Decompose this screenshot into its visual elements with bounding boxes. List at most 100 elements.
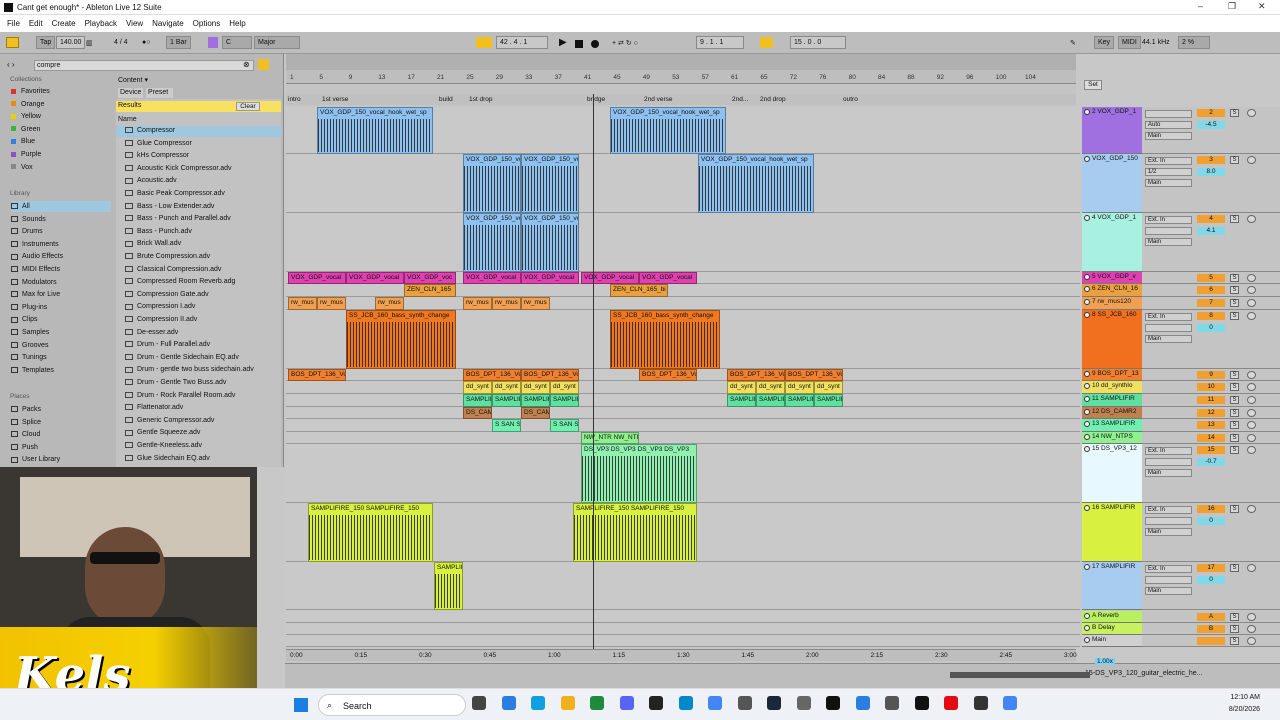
track-activator[interactable]: 7 xyxy=(1197,299,1225,307)
playhead[interactable] xyxy=(593,94,594,649)
arm-button[interactable] xyxy=(1247,383,1256,391)
menu-view[interactable]: View xyxy=(126,19,143,28)
arrangement-clip[interactable]: dd_synt xyxy=(492,381,521,394)
track-header[interactable]: VOX_GDP_150 xyxy=(1082,154,1142,213)
collection-item[interactable]: Yellow xyxy=(11,111,41,122)
result-item[interactable]: Compressed Room Reverb.adg xyxy=(125,276,235,289)
taskbar-app-icon[interactable] xyxy=(531,696,545,710)
solo-button[interactable]: S xyxy=(1230,156,1239,164)
menu-create[interactable]: Create xyxy=(52,19,76,28)
result-item[interactable]: Bass - Punch and Parallel.adv xyxy=(125,213,231,226)
taskbar-app-icon[interactable] xyxy=(944,696,958,710)
overview-strip[interactable] xyxy=(286,54,1076,70)
result-item[interactable]: Drum - Gentle Sidechain EQ.adv xyxy=(125,352,239,365)
io-select[interactable]: Main xyxy=(1145,528,1192,536)
solo-button[interactable]: S xyxy=(1230,109,1239,117)
quantization-select[interactable]: 1 Bar xyxy=(166,36,191,49)
locator[interactable]: intro xyxy=(288,96,301,103)
track-fold-icon[interactable] xyxy=(1084,446,1090,452)
arrangement-clip[interactable]: NW_NTR NW_NTR xyxy=(581,432,639,444)
library-item[interactable]: Templates xyxy=(11,365,54,376)
arm-button[interactable] xyxy=(1247,421,1256,429)
arrangement-clip[interactable]: VOX_GDP_150_vocal_hook_wet_sp xyxy=(698,154,814,213)
arrangement-clip[interactable]: dd_synt xyxy=(550,381,579,394)
tempo-field[interactable]: 140.00 xyxy=(56,36,86,49)
arrangement-clip[interactable]: SAMPLIF xyxy=(434,562,463,610)
io-select[interactable]: Main xyxy=(1145,587,1192,595)
track-activator[interactable]: 3 xyxy=(1197,156,1225,164)
library-item[interactable]: All xyxy=(11,201,111,212)
track-lane[interactable] xyxy=(286,381,1080,394)
menu-help[interactable]: Help xyxy=(229,19,245,28)
io-select[interactable]: Ext. In xyxy=(1145,157,1192,165)
arrangement-clip[interactable]: SAMPLIFIRE_150 SAMPLIFIRE_150 xyxy=(573,503,697,562)
arrangement-clip[interactable]: VOX_GDP_vocal xyxy=(581,272,639,284)
place-item[interactable]: Splice xyxy=(11,417,41,428)
track-header[interactable]: B Delay xyxy=(1082,623,1142,635)
track-header[interactable]: 9 BOS_DPT_13 xyxy=(1082,369,1142,381)
io-select[interactable]: Ext. In xyxy=(1145,447,1192,455)
io-select[interactable] xyxy=(1145,517,1192,525)
arm-button[interactable] xyxy=(1247,409,1256,417)
taskbar-app-icon[interactable] xyxy=(855,696,870,710)
locator[interactable]: bridge xyxy=(587,96,605,103)
solo-button[interactable]: S xyxy=(1230,396,1239,404)
time-ruler[interactable]: 0:00 0:15 0:30 0:45 1:00 1:15 1:30 1:45 2:00 2:15… xyxy=(286,649,1077,661)
clear-button[interactable]: Clear xyxy=(236,102,260,111)
menu-file[interactable]: File xyxy=(7,19,20,28)
taskbar-app-icon[interactable] xyxy=(472,696,486,710)
taskbar-app-icon[interactable] xyxy=(796,696,811,710)
arrangement-clip[interactable]: rw_mus xyxy=(463,297,492,310)
taskbar-app-icon[interactable] xyxy=(501,696,516,710)
result-item[interactable]: Glue Sidechain EQ.adv xyxy=(125,453,210,466)
taskbar-app-icon[interactable] xyxy=(885,696,899,710)
result-item[interactable]: Compression Gate.adv xyxy=(125,289,209,302)
clear-search-icon[interactable]: ⊗ xyxy=(243,60,250,69)
arrangement-clip[interactable]: VOX_GDP_150_vocal_hook_wet_sp xyxy=(610,107,726,154)
arrangement-clip[interactable]: VOX_GDP_vocal xyxy=(521,272,579,284)
scale-icon[interactable] xyxy=(208,37,218,48)
arm-button[interactable] xyxy=(1247,109,1256,117)
arrangement-clip[interactable]: rw_mus xyxy=(521,297,550,310)
io-select[interactable]: Ext. In xyxy=(1145,565,1192,573)
result-item[interactable]: Acoustic Kick Compressor.adv xyxy=(125,163,232,176)
solo-button[interactable]: S xyxy=(1230,312,1239,320)
track-header[interactable]: 5 VOX_GDP_v xyxy=(1082,272,1142,284)
horizontal-scrollbar[interactable] xyxy=(950,672,1090,678)
io-select[interactable]: Main xyxy=(1145,132,1192,140)
io-select[interactable]: Main xyxy=(1145,238,1192,246)
track-lane[interactable] xyxy=(286,297,1080,310)
solo-button[interactable]: S xyxy=(1230,625,1239,633)
arrangement-clip[interactable]: BOS_DPT_136_Vo xyxy=(288,369,346,381)
name-column-header[interactable]: Name xyxy=(118,116,137,123)
volume-field[interactable]: 0 xyxy=(1197,517,1225,525)
place-item[interactable]: Packs xyxy=(11,404,41,415)
taskbar-app-icon[interactable] xyxy=(914,696,929,710)
taskbar-app-icon[interactable] xyxy=(678,696,693,710)
taskbar-app-icon[interactable] xyxy=(973,696,988,710)
io-select[interactable]: 1/2 xyxy=(1145,168,1192,176)
track-fold-icon[interactable] xyxy=(1084,109,1090,115)
track-activator[interactable]: B xyxy=(1197,625,1225,633)
library-item[interactable]: MIDI Effects xyxy=(11,264,60,275)
result-item[interactable]: Compression II.adv xyxy=(125,314,197,327)
track-fold-icon[interactable] xyxy=(1084,371,1090,377)
track-fold-icon[interactable] xyxy=(1084,409,1090,415)
arm-button[interactable] xyxy=(1247,396,1256,404)
solo-button[interactable]: S xyxy=(1230,421,1239,429)
record-quant-icon[interactable]: ●○ xyxy=(142,39,150,46)
arrangement-clip[interactable]: ZEN_CLN_165_bi xyxy=(610,284,668,297)
track-header[interactable]: 7 rw_mus120 xyxy=(1082,297,1142,310)
arrangement-clip[interactable]: SS_JCB_160_bass_synth_change xyxy=(610,310,720,369)
arm-button[interactable] xyxy=(1247,286,1256,294)
arrangement-clip[interactable]: dd_synt xyxy=(463,381,492,394)
arm-button[interactable] xyxy=(1247,371,1256,379)
library-item[interactable]: Drums xyxy=(11,226,43,237)
track-header[interactable]: 2 VOX_GDP_1 xyxy=(1082,107,1142,154)
arrangement-clip[interactable]: BOS_DPT_136_Vo xyxy=(639,369,697,381)
library-item[interactable]: Plug-ins xyxy=(11,302,47,313)
metronome-icon[interactable]: ▥ xyxy=(86,39,93,47)
track-activator[interactable]: 5 xyxy=(1197,274,1225,282)
stop-button[interactable] xyxy=(575,40,583,48)
preset-tab[interactable]: Preset xyxy=(146,88,173,98)
